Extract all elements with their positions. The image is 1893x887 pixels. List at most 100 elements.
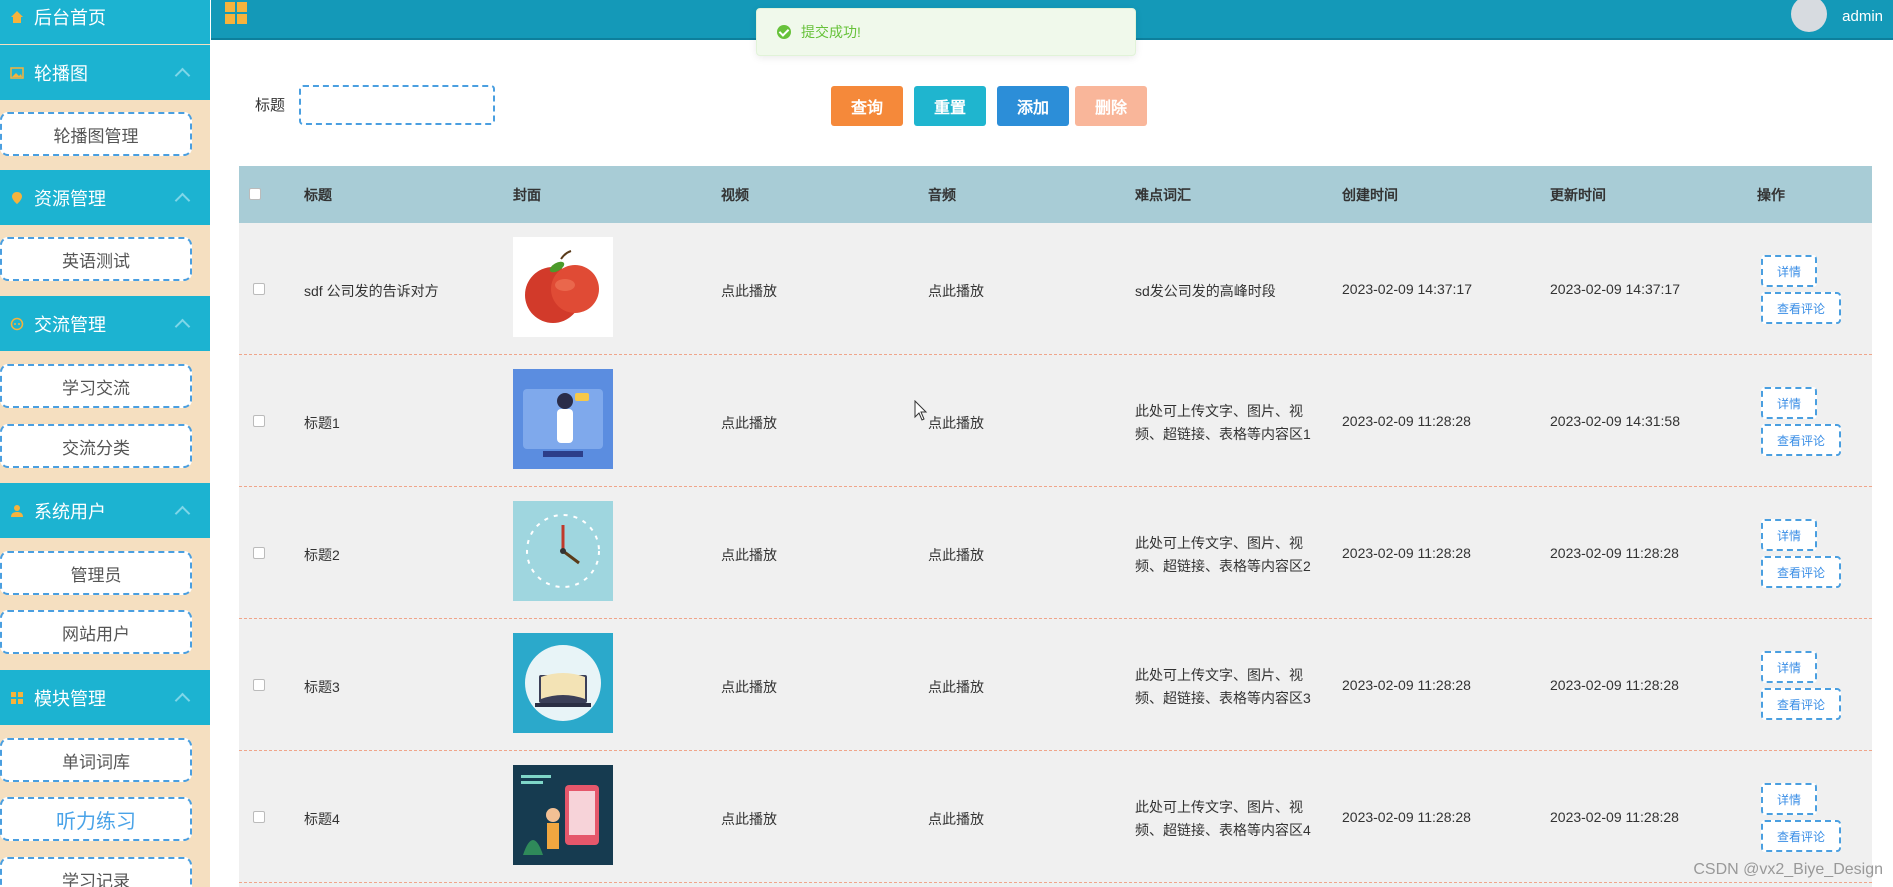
query-button[interactable]: 查询 <box>831 86 903 126</box>
sidebar-home[interactable]: 后台首页 <box>0 0 210 44</box>
sidebar-group-label: 系统用户 <box>34 501 106 522</box>
detail-button-label: 详情 <box>1776 264 1801 279</box>
cover-image-apple[interactable] <box>513 237 613 337</box>
row-updated: 2023-02-09 14:31:58 <box>1550 413 1680 429</box>
row-audio[interactable]: 点此播放 <box>928 281 984 301</box>
row-audio[interactable]: 点此播放 <box>928 677 984 697</box>
select-all-checkbox[interactable] <box>249 188 261 200</box>
table-header: 标题 封面 视频 音频 难点词汇 创建时间 更新时间 操作 <box>239 166 1872 223</box>
sidebar-item-label: 英语测试 <box>62 251 130 271</box>
table-row: 标题3 点此播放 点此播放 此处可上传文字、图片、视 频、超链接、表格等内容区3… <box>239 619 1872 751</box>
row-created: 2023-02-09 11:28:28 <box>1342 545 1471 561</box>
sidebar-item-english-test[interactable]: 英语测试 <box>0 237 192 281</box>
view-comments-button[interactable]: 查看评论 <box>1761 424 1841 456</box>
row-audio[interactable]: 点此播放 <box>928 545 984 565</box>
header-title: 标题 <box>304 187 332 203</box>
view-comments-button[interactable]: 查看评论 <box>1761 688 1841 720</box>
sidebar-item-word-bank[interactable]: 单词词库 <box>0 738 192 782</box>
avatar[interactable] <box>1791 0 1827 32</box>
table-row: sdf 公司发的告诉对方 点此播放 点此播放 sd发公司发的高峰时段 2023-… <box>239 223 1872 355</box>
row-checkbox[interactable] <box>253 679 265 691</box>
sidebar-group-label: 轮播图 <box>34 63 88 84</box>
row-vocab-line1: 此处可上传文字、图片、视 <box>1135 535 1303 551</box>
sidebar-item-admins[interactable]: 管理员 <box>0 551 192 595</box>
view-comments-button[interactable]: 查看评论 <box>1761 556 1841 588</box>
sidebar-group-label: 交流管理 <box>34 314 106 335</box>
row-vocab-line1: 此处可上传文字、图片、视 <box>1135 667 1303 683</box>
row-audio[interactable]: 点此播放 <box>928 809 984 829</box>
header-audio: 音频 <box>928 187 956 203</box>
watermark: CSDN @vx2_Biye_Design <box>1693 861 1883 878</box>
sidebar-group-resources[interactable]: 资源管理 <box>0 170 210 225</box>
sidebar-group-label: 模块管理 <box>34 688 106 709</box>
cover-image-online-education[interactable] <box>513 633 613 733</box>
row-vocab-line2: 频、超链接、表格等内容区3 <box>1135 690 1311 706</box>
detail-button[interactable]: 详情 <box>1761 519 1817 551</box>
view-comments-button[interactable]: 查看评论 <box>1761 820 1841 852</box>
sidebar: 后台首页 轮播图 轮播图管理 资源管理 英语测试 交流管理 学习交流 交流分类 … <box>0 0 210 887</box>
sidebar-item-label: 网站用户 <box>62 624 130 644</box>
success-toast: 提交成功! <box>756 8 1136 56</box>
chat-icon <box>10 317 24 330</box>
detail-button[interactable]: 详情 <box>1761 651 1817 683</box>
sidebar-group-system-users[interactable]: 系统用户 <box>0 483 210 538</box>
row-vocab-line2: 频、超链接、表格等内容区4 <box>1135 822 1311 838</box>
row-checkbox[interactable] <box>253 283 265 295</box>
mouse-cursor-icon <box>914 400 928 421</box>
row-checkbox[interactable] <box>253 415 265 427</box>
row-created: 2023-02-09 11:28:28 <box>1342 677 1471 693</box>
view-comments-label: 查看评论 <box>1776 565 1825 580</box>
sidebar-item-label: 单词词库 <box>62 752 130 772</box>
row-title: 标题3 <box>304 679 340 695</box>
sidebar-item-label: 听力练习 <box>56 810 136 833</box>
sidebar-item-label: 管理员 <box>70 565 122 585</box>
row-updated: 2023-02-09 11:28:28 <box>1550 677 1679 693</box>
row-video[interactable]: 点此播放 <box>721 545 777 565</box>
row-video[interactable]: 点此播放 <box>721 281 777 301</box>
add-button[interactable]: 添加 <box>997 86 1069 126</box>
sidebar-item-label: 学习交流 <box>62 378 130 398</box>
row-updated: 2023-02-09 14:37:17 <box>1550 281 1680 297</box>
row-checkbox[interactable] <box>253 811 265 823</box>
cover-image-teacher[interactable] <box>513 369 613 469</box>
header-cover: 封面 <box>513 187 541 203</box>
sidebar-item-exchange-category[interactable]: 交流分类 <box>0 424 192 468</box>
table-row: 标题4 点此播放 点此播放 此处可上传文字、图片、视 频、超链接、表格等内容区4… <box>239 751 1872 883</box>
row-title: 标题4 <box>304 811 340 827</box>
row-checkbox[interactable] <box>253 547 265 559</box>
row-audio[interactable]: 点此播放 <box>928 413 984 433</box>
sidebar-group-communication[interactable]: 交流管理 <box>0 296 210 351</box>
header-vocab: 难点词汇 <box>1135 187 1191 203</box>
view-comments-button[interactable]: 查看评论 <box>1761 292 1841 324</box>
row-video[interactable]: 点此播放 <box>721 677 777 697</box>
sidebar-item-study-exchange[interactable]: 学习交流 <box>0 364 192 408</box>
user-icon <box>11 504 23 517</box>
detail-button[interactable]: 详情 <box>1761 783 1817 815</box>
detail-button[interactable]: 详情 <box>1761 255 1817 287</box>
view-comments-label: 查看评论 <box>1776 697 1825 712</box>
view-comments-label: 查看评论 <box>1776 829 1825 844</box>
sidebar-item-study-records[interactable]: 学习记录 <box>0 857 192 887</box>
menu-grid-icon[interactable] <box>225 2 247 24</box>
sidebar-group-carousel[interactable]: 轮播图 <box>0 45 210 100</box>
sidebar-item-carousel-manage[interactable]: 轮播图管理 <box>0 112 192 156</box>
pin-icon <box>12 191 22 204</box>
row-updated: 2023-02-09 11:28:28 <box>1550 545 1679 561</box>
row-created: 2023-02-09 11:28:28 <box>1342 413 1471 429</box>
sidebar-item-listening-practice[interactable]: 听力练习 <box>0 797 192 841</box>
delete-button[interactable]: 删除 <box>1075 86 1147 126</box>
row-video[interactable]: 点此播放 <box>721 809 777 829</box>
sidebar-group-modules[interactable]: 模块管理 <box>0 670 210 725</box>
chevron-up-icon <box>174 692 191 709</box>
username[interactable]: admin <box>1842 8 1883 25</box>
detail-button[interactable]: 详情 <box>1761 387 1817 419</box>
cover-image-clock[interactable] <box>513 501 613 601</box>
row-video[interactable]: 点此播放 <box>721 413 777 433</box>
cover-image-language-app[interactable] <box>513 765 613 865</box>
toast-message: 提交成功! <box>801 24 861 40</box>
sidebar-item-site-users[interactable]: 网站用户 <box>0 610 192 654</box>
reset-button[interactable]: 重置 <box>914 86 986 126</box>
search-label: 标题 <box>255 97 286 114</box>
chevron-up-icon <box>174 318 191 335</box>
title-search-input[interactable] <box>299 85 495 125</box>
